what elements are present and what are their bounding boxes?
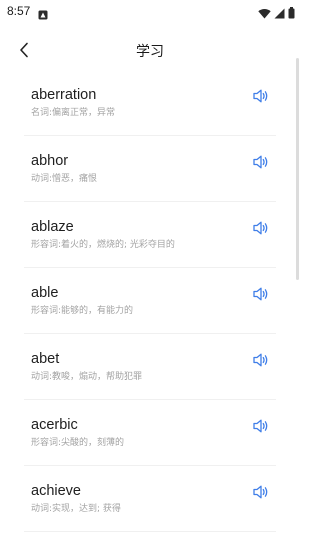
speaker-icon[interactable]: [252, 154, 270, 170]
word-list: aberration 名词:偏离正常，异常 abhor 动词:憎恶，痛恨 ablaze 形…: [0, 70, 300, 532]
speaker-icon[interactable]: [252, 286, 270, 302]
speaker-icon[interactable]: [252, 352, 270, 368]
status-time: 8:57: [7, 4, 31, 18]
screen: 8:57 学习 aberration 名词:偏离正常，异常 abhor 动词:憎…: [0, 0, 300, 534]
word-list-item[interactable]: abhor 动词:憎恶，痛恨: [0, 136, 300, 202]
word-list-item[interactable]: acerbic 形容词:尖酸的，刻薄的: [0, 400, 300, 466]
signal-icon: [274, 4, 285, 23]
speaker-icon[interactable]: [252, 418, 270, 434]
word-meaning: 形容词:着火的，燃烧的; 光彩夺目的: [31, 240, 175, 250]
word-meaning: 形容词:尖酸的，刻薄的: [31, 438, 125, 448]
word-list-item[interactable]: able 形容词:能够的，有能力的: [0, 268, 300, 334]
word-text: achieve: [31, 483, 81, 499]
notification-icon: [38, 5, 48, 20]
speaker-icon[interactable]: [252, 484, 270, 500]
speaker-icon[interactable]: [252, 220, 270, 236]
word-list-item[interactable]: ablaze 形容词:着火的，燃烧的; 光彩夺目的: [0, 202, 300, 268]
status-bar: 8:57: [0, 0, 300, 22]
status-icons: [258, 4, 295, 23]
word-list-item[interactable]: achieve 动词:实现，达到; 获得: [0, 466, 300, 532]
word-meaning: 形容词:能够的，有能力的: [31, 306, 134, 316]
word-text: aberration: [31, 87, 97, 103]
word-list-item[interactable]: abet 动词:教唆，煽动，帮助犯罪: [0, 334, 300, 400]
word-meaning: 名词:偏离正常，异常: [31, 108, 116, 118]
word-text: abet: [31, 351, 60, 367]
page-title: 学习: [136, 44, 164, 60]
battery-icon: [288, 4, 295, 23]
word-text: acerbic: [31, 417, 78, 433]
speaker-icon[interactable]: [252, 88, 270, 104]
divider: [24, 531, 276, 532]
word-meaning: 动词:憎恶，痛恨: [31, 174, 98, 184]
word-meaning: 动词:实现，达到; 获得: [31, 504, 121, 514]
title-bar: 学习: [0, 34, 300, 70]
wifi-icon: [258, 4, 271, 23]
corner-mark: [0, 528, 4, 532]
word-text: able: [31, 285, 59, 301]
word-meaning: 动词:教唆，煽动，帮助犯罪: [31, 372, 143, 382]
scrollbar[interactable]: [296, 58, 299, 280]
word-list-item[interactable]: aberration 名词:偏离正常，异常: [0, 70, 300, 136]
word-text: abhor: [31, 153, 69, 169]
word-text: ablaze: [31, 219, 74, 235]
